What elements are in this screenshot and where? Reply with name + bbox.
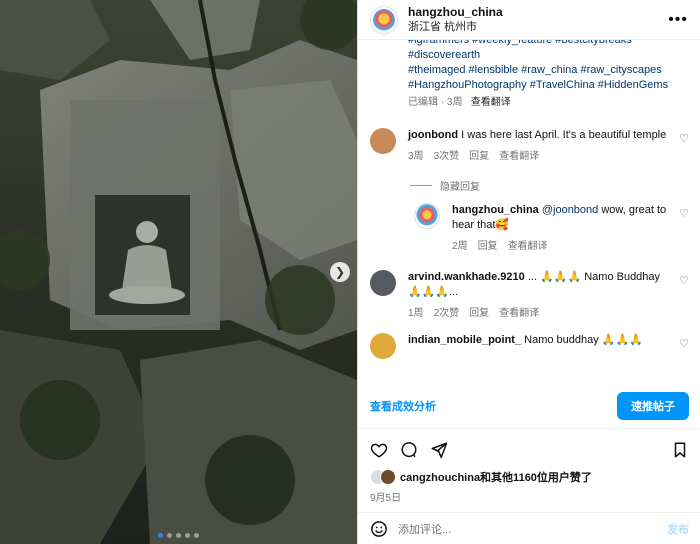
commenter-avatar[interactable] [370, 333, 396, 359]
see-translation-link[interactable]: 查看翻译 [499, 149, 539, 164]
commenter-username[interactable]: joonbond [408, 129, 458, 141]
comment-input[interactable]: 添加评论... [398, 521, 451, 537]
commenter-avatar[interactable] [370, 128, 396, 154]
carousel-next-button[interactable]: ❯ [330, 262, 350, 282]
comment-item: joonbond I was here last April. It's a b… [358, 128, 700, 164]
like-comment-heart-icon[interactable]: ♡ [679, 132, 689, 145]
account-avatar[interactable] [370, 5, 398, 34]
mention-link[interactable]: @joonbond [542, 204, 598, 216]
commenter-avatar[interactable] [370, 270, 396, 296]
carousel-dot [158, 533, 163, 538]
carousel-dots [0, 533, 357, 538]
likes-summary[interactable]: cangzhouchina和其他1160位用户赞了 [370, 469, 689, 485]
post-photo[interactable]: ❯ [0, 0, 357, 544]
insights-bar: 查看成效分析 速推帖子 [358, 392, 700, 420]
comment-likes[interactable]: 3次赞 [434, 149, 460, 164]
more-options-icon[interactable]: ••• [668, 11, 688, 29]
post-detail-panel: hangzhou_china 浙江省 杭州市 ••• #igframmers #… [357, 0, 700, 544]
see-translation-link[interactable]: 查看翻译 [471, 97, 511, 108]
reply-time: 2周 [452, 241, 468, 252]
comment-item: indian_mobile_point_ Namo buddhay 🙏🙏🙏 ♡ [358, 333, 700, 359]
add-comment-bar: 添加评论... 发布 [358, 512, 700, 544]
account-username[interactable]: hangzhou_china [408, 5, 503, 20]
reply-item: hangzhou_china @joonbond wow, great to h… [358, 203, 700, 254]
reply-link[interactable]: 回复 [469, 306, 489, 321]
like-heart-icon[interactable] [370, 441, 388, 459]
reply-link[interactable]: 回复 [469, 149, 489, 164]
like-comment-heart-icon[interactable]: ♡ [679, 274, 689, 287]
see-translation-link[interactable]: 查看翻译 [508, 239, 548, 254]
caption-line[interactable]: #HangzhouPhotography #TravelChina #Hidde… [408, 78, 689, 93]
likes-text[interactable]: cangzhouchina和其他1160位用户赞了 [400, 469, 592, 485]
post-actions: cangzhouchina和其他1160位用户赞了 9月5日 [358, 428, 700, 504]
save-bookmark-icon[interactable] [671, 441, 689, 459]
post-header: hangzhou_china 浙江省 杭州市 ••• [358, 0, 700, 40]
caption-line[interactable]: #discoverearth [408, 48, 689, 63]
post-date: 9月5日 [370, 493, 402, 504]
comment-item: arvind.wankhade.9210 ... 🙏🙏🙏 Namo Buddha… [358, 270, 700, 321]
comments-scroll[interactable]: #igframmers #weekly_feature #bestcitybre… [358, 40, 700, 425]
hide-replies-label: 隐藏回复 [440, 182, 480, 193]
carousel-dot [167, 533, 172, 538]
replier-avatar[interactable] [414, 203, 440, 229]
liker-avatar [380, 469, 396, 485]
emoji-icon[interactable] [370, 520, 388, 538]
hide-replies-toggle[interactable]: 隐藏回复 [358, 178, 700, 193]
commenter-username[interactable]: indian_mobile_point_ [408, 334, 521, 346]
caption-meta: 已编辑 · 3周 [408, 97, 463, 108]
post-comment-button[interactable]: 发布 [667, 521, 689, 537]
comment-bubble-icon[interactable] [400, 441, 418, 459]
chevron-right-icon: ❯ [334, 265, 346, 279]
comment-time: 1周 [408, 308, 424, 319]
carousel-dot [185, 533, 190, 538]
caption-line[interactable]: #theimaged #lensbible #raw_china #raw_ci… [408, 63, 689, 78]
like-reply-heart-icon[interactable]: ♡ [679, 207, 689, 220]
replier-username[interactable]: hangzhou_china [452, 204, 539, 216]
comment-likes[interactable]: 2次赞 [434, 306, 460, 321]
reply-link[interactable]: 回复 [478, 239, 498, 254]
comment-text: Namo buddhay 🙏🙏🙏 [524, 334, 643, 346]
comment-text: I was here last April. It's a beautiful … [461, 129, 667, 141]
commenter-username[interactable]: arvind.wankhade.9210 [408, 271, 525, 283]
share-send-icon[interactable] [430, 441, 448, 459]
rock-carving-image [0, 0, 357, 544]
carousel-dot [176, 533, 181, 538]
like-comment-heart-icon[interactable]: ♡ [679, 337, 689, 350]
view-insights-link[interactable]: 查看成效分析 [370, 398, 436, 414]
carousel-dot [194, 533, 199, 538]
see-translation-link[interactable]: 查看翻译 [499, 306, 539, 321]
post-caption: #igframmers #weekly_feature #bestcitybre… [358, 40, 700, 110]
caption-line[interactable]: #igframmers #weekly_feature #bestcitybre… [408, 40, 689, 48]
comment-time: 3周 [408, 151, 424, 162]
post-location[interactable]: 浙江省 杭州市 [408, 20, 503, 35]
boost-post-button[interactable]: 速推帖子 [617, 392, 689, 420]
